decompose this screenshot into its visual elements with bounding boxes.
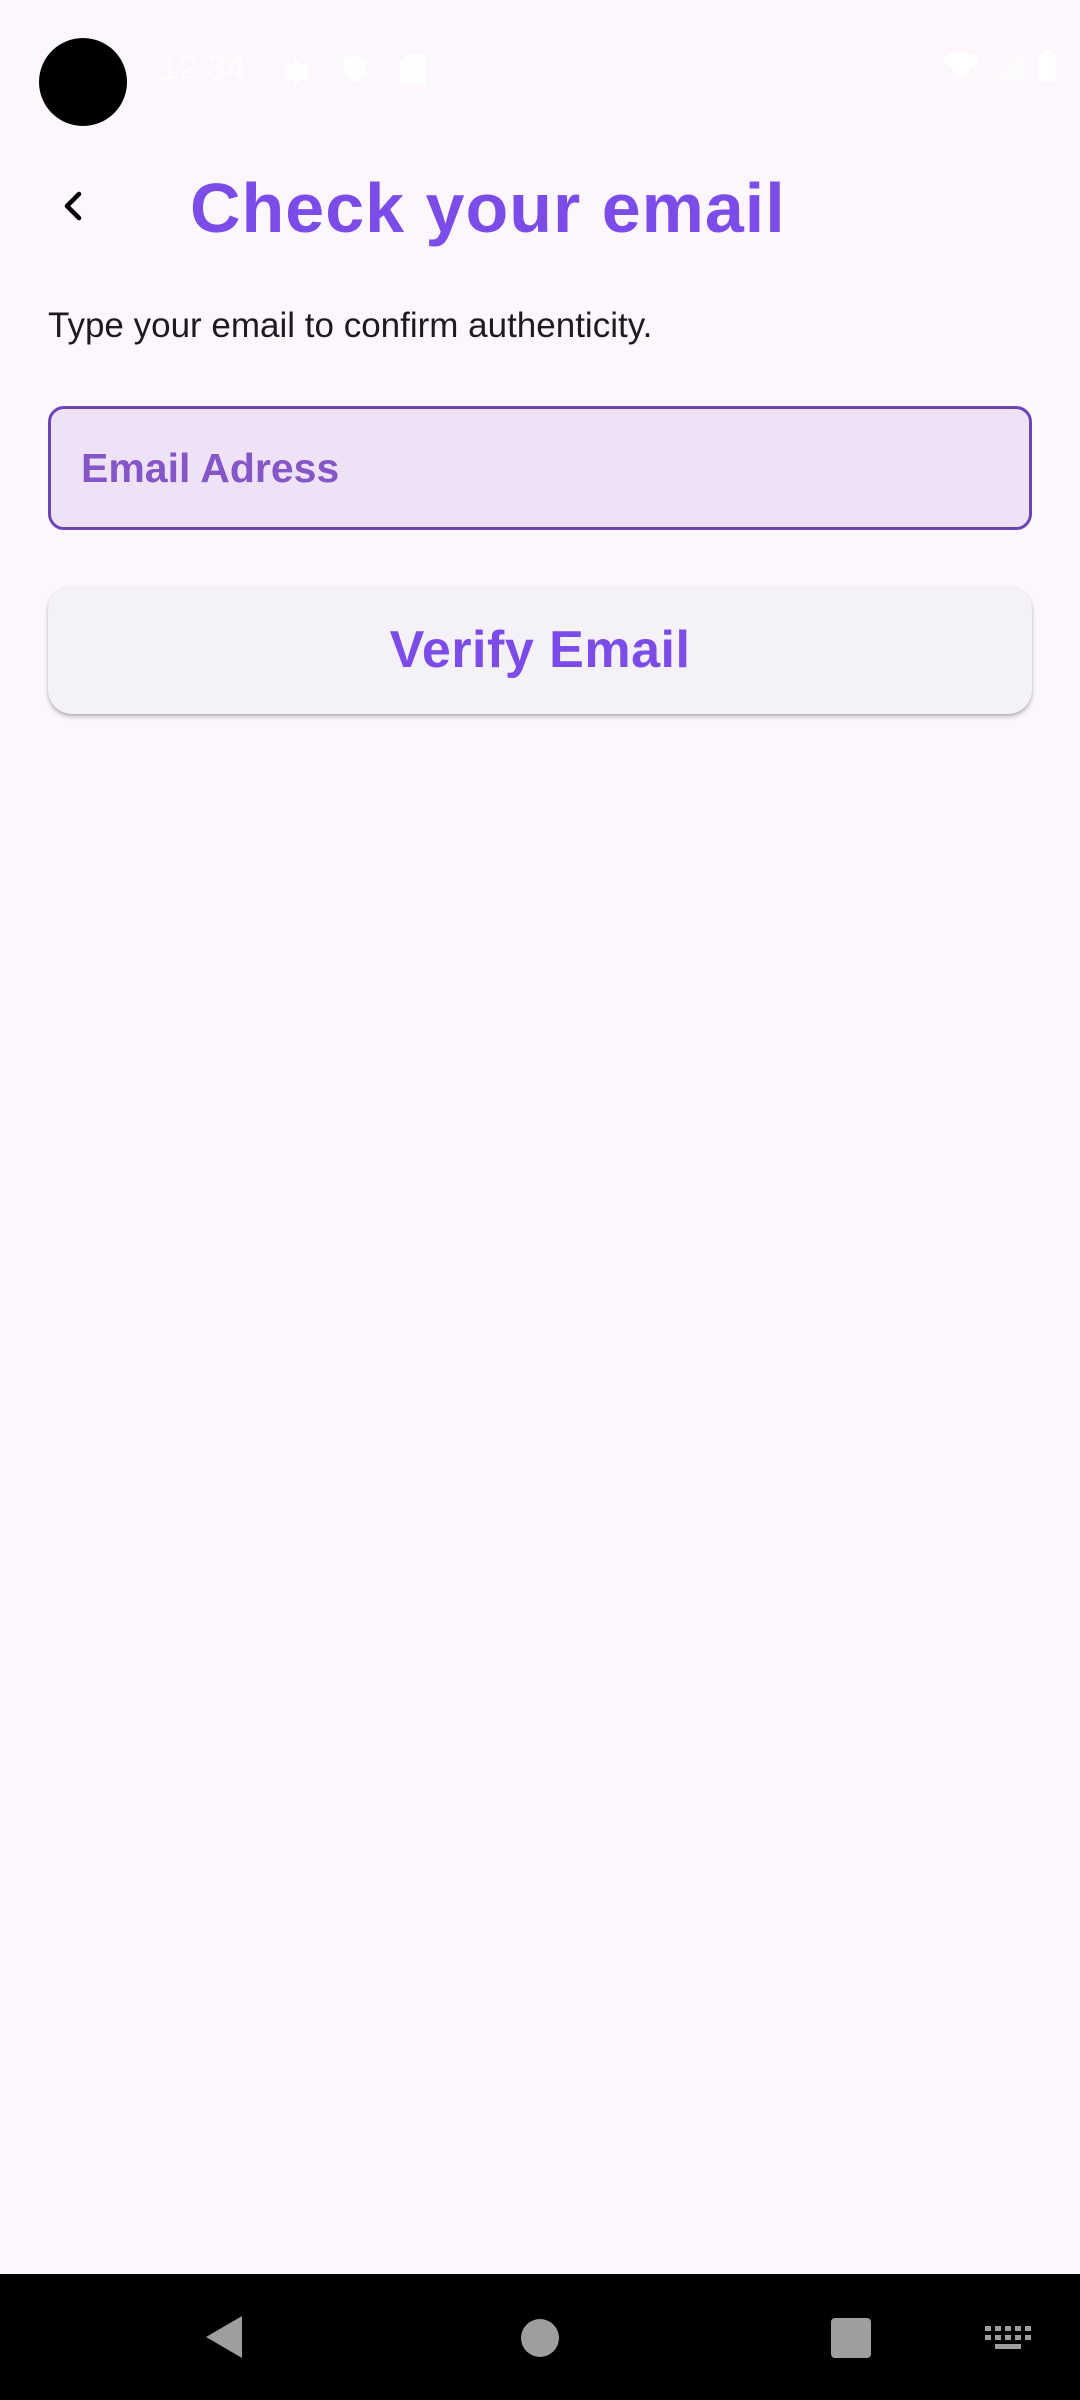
email-input[interactable] — [81, 444, 1001, 492]
sim-card-icon — [400, 53, 426, 85]
status-time: 12:34 — [160, 49, 246, 87]
camera-cutout — [39, 38, 127, 126]
back-button[interactable] — [38, 170, 110, 242]
page-title: Check your email — [190, 169, 786, 247]
shield-icon — [343, 54, 367, 84]
status-icons-left — [278, 52, 428, 86]
nav-recents-icon[interactable] — [831, 2318, 871, 2358]
battery-icon — [1038, 50, 1056, 82]
subtitle: Type your email to confirm authenticity. — [48, 306, 653, 345]
email-field[interactable] — [48, 406, 1032, 530]
verify-email-button[interactable]: Verify Email — [48, 586, 1032, 714]
cellular-signal-icon — [994, 51, 1024, 81]
nav-home-icon[interactable] — [521, 2319, 559, 2357]
status-bar: 12:34 — [0, 0, 1080, 130]
keyboard-icon[interactable] — [985, 2326, 1031, 2350]
nav-back-icon[interactable] — [204, 2314, 244, 2360]
chevron-left-icon — [64, 191, 82, 221]
verify-email-label: Verify Email — [389, 621, 691, 679]
wifi-icon — [942, 51, 980, 81]
navigation-bar — [0, 2274, 1080, 2400]
settings-icon — [285, 59, 310, 85]
status-icons-right — [942, 50, 1056, 82]
